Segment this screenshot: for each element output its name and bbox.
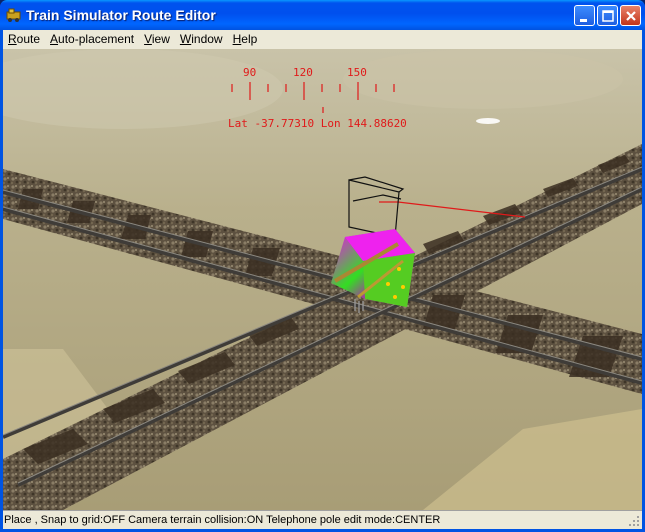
menu-route[interactable]: Route xyxy=(3,31,45,48)
maximize-icon xyxy=(602,10,614,22)
window-title: Train Simulator Route Editor xyxy=(26,7,216,23)
maximize-button[interactable] xyxy=(597,5,618,26)
resize-grip-icon[interactable] xyxy=(628,515,640,527)
menu-view-mnemonic: V xyxy=(144,32,152,46)
menu-bar: Route Auto-placement View Window Help xyxy=(3,30,642,49)
menu-auto-placement-rest: uto-placement xyxy=(58,32,135,46)
menu-route-rest: oute xyxy=(16,32,41,46)
app-window: Train Simulator Route Editor Route Auto-… xyxy=(0,0,645,532)
menu-route-mnemonic: R xyxy=(8,32,17,46)
menu-auto-placement[interactable]: Auto-placement xyxy=(45,31,139,48)
menu-view-rest: iew xyxy=(151,32,170,46)
menu-help-mnemonic: H xyxy=(232,32,242,46)
scene-render xyxy=(3,49,642,510)
menu-help-rest: elp xyxy=(241,32,258,46)
3d-viewport[interactable]: 90 120 150 Lat -37.77310 Lon 144.88620 xyxy=(3,49,642,510)
minimize-button[interactable] xyxy=(574,5,595,26)
train-app-icon[interactable] xyxy=(6,7,22,23)
close-button[interactable] xyxy=(620,5,641,26)
title-bar[interactable]: Train Simulator Route Editor xyxy=(0,0,645,30)
menu-window-mnemonic: W xyxy=(179,32,192,46)
status-text: Place , Snap to grid:OFF Camera terrain … xyxy=(4,514,441,526)
menu-window[interactable]: Window xyxy=(175,31,228,48)
menu-auto-placement-mnemonic: A xyxy=(50,32,59,46)
menu-window-rest: indow xyxy=(191,32,223,46)
menu-help[interactable]: Help xyxy=(228,31,263,48)
status-bar: Place , Snap to grid:OFF Camera terrain … xyxy=(3,510,642,529)
menu-view[interactable]: View xyxy=(139,31,175,48)
minimize-icon xyxy=(580,19,587,22)
close-icon xyxy=(626,11,636,21)
